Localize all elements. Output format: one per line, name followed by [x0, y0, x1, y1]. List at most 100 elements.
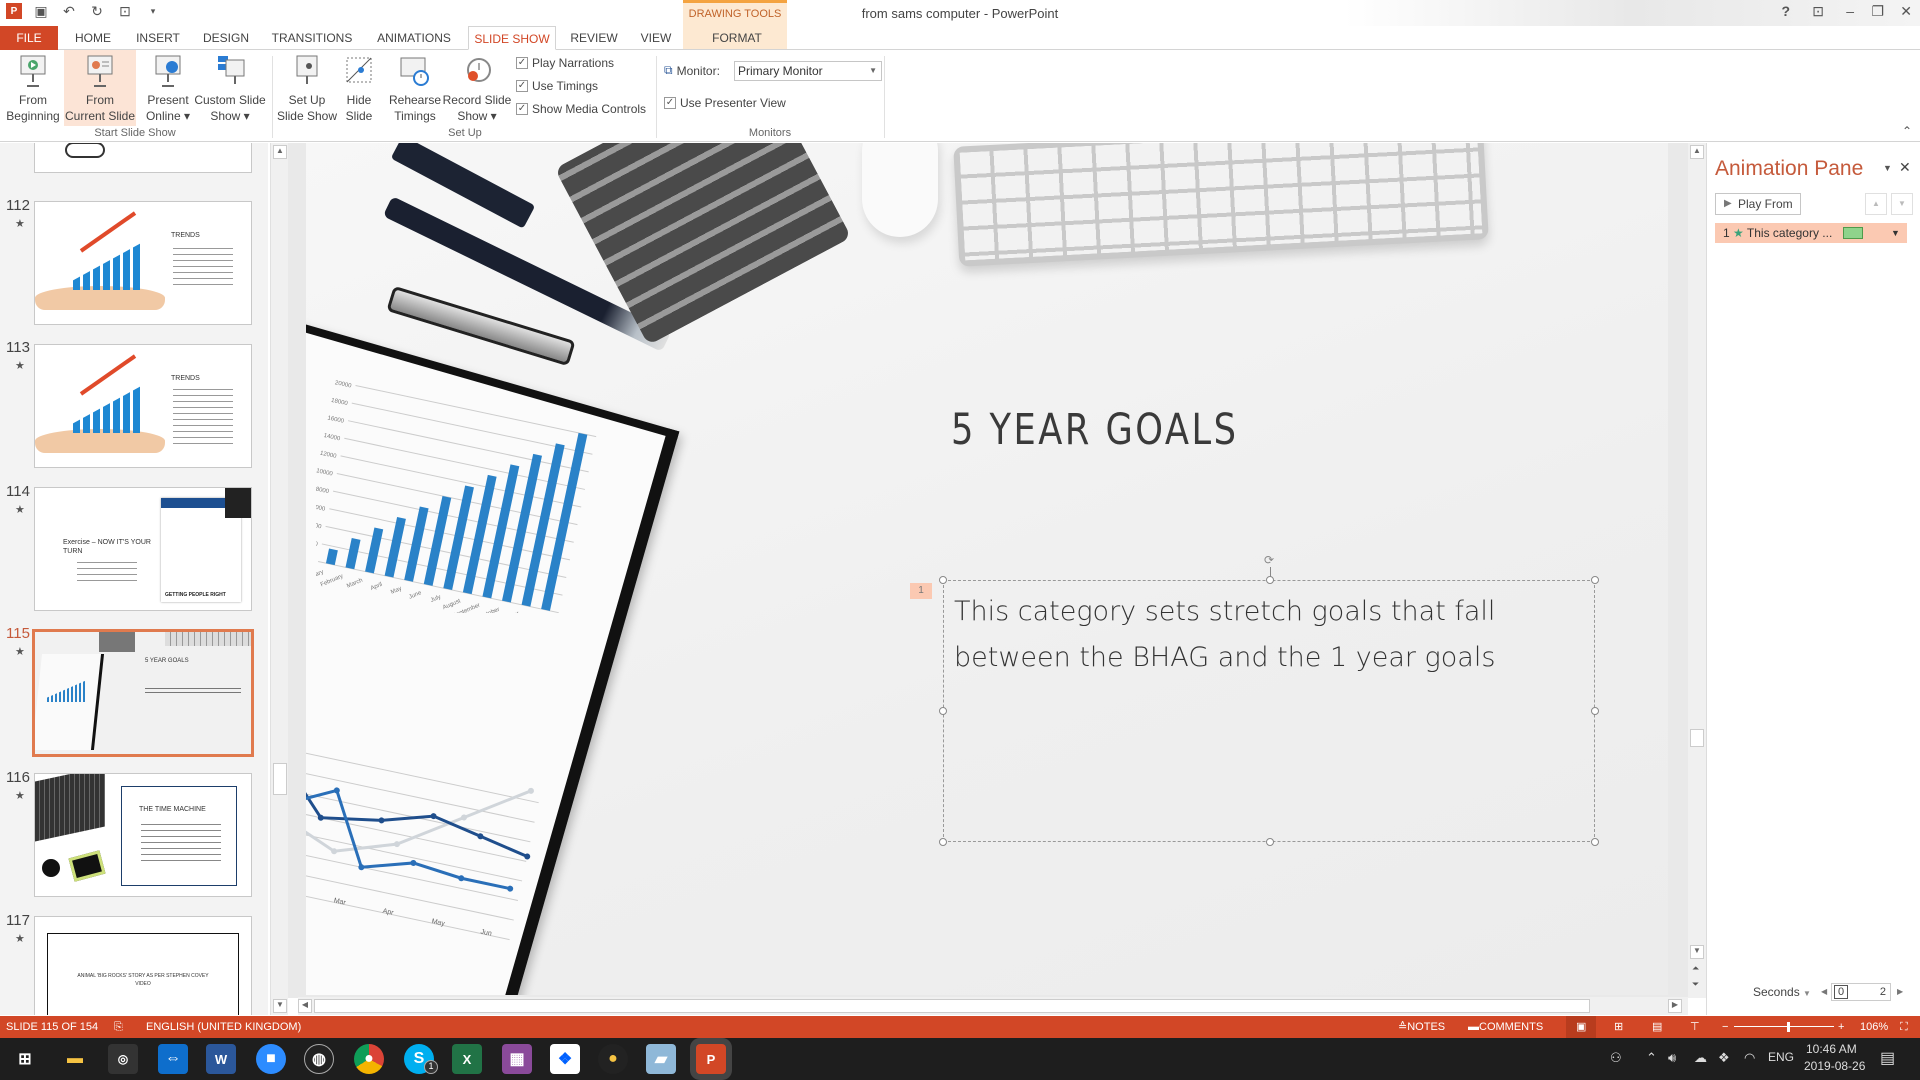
set-up-slide-show-button[interactable]: Set Up Slide Show [276, 54, 338, 124]
hide-slide-button[interactable]: Hide Slide [340, 54, 378, 124]
teamviewer-icon[interactable]: ⇔ [158, 1044, 188, 1074]
powerpoint-taskbar-icon[interactable]: P [696, 1044, 726, 1074]
scroll-thumb[interactable] [1690, 729, 1704, 747]
volume-icon[interactable]: 🔊︎ [1668, 1050, 1676, 1066]
slide-thumbnail[interactable]: Exercise – NOW IT'S YOUR TURN GETTING PE… [34, 487, 252, 611]
clock-date[interactable]: 2019-08-26 [1804, 1059, 1865, 1073]
slide-show-view-icon[interactable]: ⊤ [1690, 1016, 1700, 1038]
action-center-icon[interactable]: ▤ [1880, 1048, 1895, 1068]
slide-thumbnail[interactable]: TRENDS [34, 201, 252, 325]
tab-insert[interactable]: INSERT [134, 26, 182, 50]
comments-button[interactable]: ▬ COMMENTS [1468, 1016, 1543, 1038]
tab-review[interactable]: REVIEW [568, 26, 620, 50]
monitor-select[interactable]: Primary Monitor ▼ [734, 61, 882, 81]
resize-handle-ne[interactable] [1591, 576, 1599, 584]
resize-handle-e[interactable] [1591, 707, 1599, 715]
timeline-unit-dropdown[interactable]: Seconds ▼ [1753, 985, 1811, 999]
word-icon[interactable]: W [206, 1044, 236, 1074]
zoom-slider[interactable] [1734, 1026, 1834, 1027]
resize-handle-n[interactable] [1266, 576, 1274, 584]
scroll-right-icon[interactable]: ▶ [1668, 999, 1682, 1013]
custom-slide-show-button[interactable]: Custom Slide Show ▾ [194, 54, 266, 124]
tab-design[interactable]: DESIGN [200, 26, 252, 50]
restore-button[interactable]: ❐ [1871, 3, 1884, 20]
input-language[interactable]: ENG [1768, 1050, 1794, 1064]
slide-title[interactable]: 5 YEAR GOALS [951, 405, 1238, 455]
editor-vertical-scrollbar[interactable]: ▲ ▼ ⏶ ⏷ [1688, 143, 1706, 998]
rotate-handle-icon[interactable]: ⟳ [1264, 553, 1274, 567]
move-down-button[interactable]: ▼ [1891, 193, 1913, 215]
wifi-icon[interactable]: ◠ [1744, 1050, 1755, 1066]
zoom-in-icon[interactable]: + [1838, 1016, 1844, 1038]
scroll-down-icon[interactable]: ▼ [1690, 945, 1704, 959]
animation-list-item[interactable]: 1 ★ This category ... ▼ [1715, 223, 1907, 243]
camera-app-icon[interactable]: ◎ [108, 1044, 138, 1074]
previous-slide-icon[interactable]: ⏶ [1692, 963, 1699, 974]
zoom-out-icon[interactable]: − [1722, 1016, 1728, 1038]
slide-thumbnail[interactable]: ANIMAL 'BIG ROCKS' STORY AS PER STEPHEN … [34, 916, 252, 1015]
show-media-controls-checkbox[interactable]: ✓ Show Media Controls [516, 102, 646, 116]
from-beginning-button[interactable]: From Beginning [4, 54, 62, 124]
slide-thumbnail-selected[interactable]: 5 YEAR GOALS [32, 629, 254, 757]
body-text[interactable]: This category sets stretch goals that fa… [954, 589, 1584, 681]
slide-thumbnail[interactable]: TRENDS [34, 344, 252, 468]
use-timings-checkbox[interactable]: ✓ Use Timings [516, 79, 598, 93]
tab-slide-show[interactable]: SLIDE SHOW [468, 26, 556, 50]
davinci-resolve-icon[interactable]: ● [598, 1044, 628, 1074]
record-slide-show-button[interactable]: Record Slide Show ▾ [442, 54, 512, 124]
normal-view-icon[interactable]: ▣ [1566, 1016, 1597, 1038]
show-hidden-icons[interactable]: ⌃ [1646, 1050, 1657, 1066]
animation-order-tag[interactable]: 1 [910, 583, 932, 599]
resize-handle-nw[interactable] [939, 576, 947, 584]
zoom-app-icon[interactable]: ■ [256, 1044, 286, 1074]
collapse-ribbon-icon[interactable]: ⌃ [1902, 124, 1912, 138]
ribbon-display-icon[interactable]: ⊡ [1812, 3, 1824, 20]
spell-check-icon[interactable]: ⎘ [114, 1016, 123, 1038]
scroll-up-icon[interactable]: ▲ [273, 145, 287, 159]
minimize-button[interactable]: – [1846, 3, 1854, 19]
notepad-icon[interactable]: ▰ [646, 1044, 676, 1074]
clock-time[interactable]: 10:46 AM [1806, 1042, 1857, 1056]
zoom-level[interactable]: 106% [1860, 1016, 1888, 1038]
tab-transitions[interactable]: TRANSITIONS [270, 26, 354, 50]
thumbnail-scrollbar[interactable]: ▲ ▼ [270, 143, 288, 1015]
language-indicator[interactable]: ENGLISH (UNITED KINGDOM) [146, 1016, 301, 1038]
next-slide-icon[interactable]: ⏷ [1692, 979, 1699, 990]
zoom-slider-thumb[interactable] [1787, 1022, 1790, 1032]
slide-sorter-view-icon[interactable]: ⊞ [1614, 1016, 1623, 1038]
scroll-up-icon[interactable]: ▲ [1690, 145, 1704, 159]
editor-horizontal-scrollbar[interactable]: ◀ ▶ [298, 997, 1688, 1015]
timeline-left-icon[interactable]: ◀ [1821, 987, 1827, 996]
use-presenter-view-checkbox[interactable]: ✓ Use Presenter View [664, 96, 786, 110]
scroll-down-icon[interactable]: ▼ [273, 999, 287, 1013]
present-online-button[interactable]: Present Online ▾ [140, 54, 196, 124]
close-button[interactable]: ✕ [1900, 3, 1912, 20]
file-explorer-icon[interactable]: ▬ [60, 1044, 90, 1074]
rehearse-timings-button[interactable]: Rehearse Timings [386, 54, 444, 124]
tab-file[interactable]: FILE [0, 26, 58, 50]
play-narrations-checkbox[interactable]: ✓ Play Narrations [516, 56, 614, 70]
people-icon[interactable]: ⚇ [1610, 1050, 1622, 1066]
scroll-left-icon[interactable]: ◀ [298, 999, 312, 1013]
resize-handle-se[interactable] [1591, 838, 1599, 846]
resize-handle-w[interactable] [939, 707, 947, 715]
slide-thumbnail[interactable]: THE TIME MACHINE [34, 773, 252, 897]
dropbox-icon[interactable]: ❖ [550, 1044, 580, 1074]
help-icon[interactable]: ? [1781, 3, 1790, 19]
winrar-icon[interactable]: ▦ [502, 1044, 532, 1074]
scroll-thumb[interactable] [273, 763, 287, 795]
scroll-thumb[interactable] [314, 999, 1590, 1013]
move-up-button[interactable]: ▲ [1865, 193, 1887, 215]
timeline-right-icon[interactable]: ▶ [1897, 987, 1903, 996]
excel-icon[interactable]: X [452, 1044, 482, 1074]
tab-format[interactable]: FORMAT [690, 26, 784, 50]
slide-canvas[interactable]: 0200040006000800010000120001400016000180… [306, 143, 1668, 995]
chrome-icon[interactable]: ● [354, 1044, 384, 1074]
notes-button[interactable]: ≙ NOTES [1398, 1016, 1445, 1038]
slide-thumbnail[interactable]: in the next 12 months. [34, 143, 252, 173]
close-pane-icon[interactable]: ✕ [1899, 159, 1911, 176]
tab-view[interactable]: VIEW [638, 26, 674, 50]
pane-options-icon[interactable]: ▼ [1883, 163, 1892, 173]
body-textbox[interactable]: This category sets stretch goals that fa… [939, 553, 1599, 846]
tab-animations[interactable]: ANIMATIONS [372, 26, 456, 50]
